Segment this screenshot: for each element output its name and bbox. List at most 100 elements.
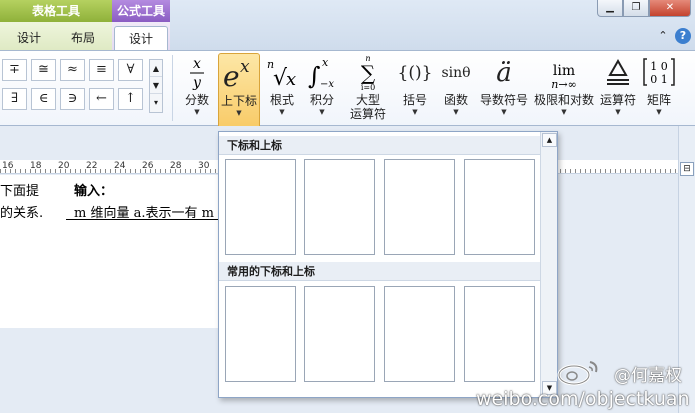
symbol-congruent[interactable]: ≅ [31,59,56,81]
ribbon-panel: ∓ ≅ ≈ ≡ ∀ ∃ ∈ ∋ ← ↑ ▲ ▼ ▾ xy 分数 ▼ ex 上下标… [0,50,695,133]
operator-button[interactable]: 运算符 ▼ [598,53,638,127]
gallery-section-header: 常用的下标和上标 [219,262,540,281]
symbol-gallery-scroller[interactable]: ▲ ▼ ▾ [149,59,163,113]
gallery-item-superscript[interactable] [225,159,296,255]
chevron-down-icon: ▼ [319,108,325,116]
chevron-down-icon: ▼ [561,108,567,116]
gallery-item-common-1[interactable] [225,286,296,382]
tab-table-design[interactable]: 设计 [4,26,54,50]
function-icon: sinθ [441,65,471,81]
tab-table-layout[interactable]: 布局 [58,26,108,50]
limit-log-button[interactable]: lim n→∞ 极限和对数 ▼ [532,53,596,127]
ribbon-tab-bar: 表格工具 公式工具 设计 布局 设计 ▁ ❐ ✕ ⌃ ? [0,0,695,50]
svg-text:i=0: i=0 [361,83,375,91]
large-operator-icon: n ∑ i=0 [344,53,392,93]
svg-text:y: y [192,75,202,91]
help-icon[interactable]: ? [675,28,691,44]
weibo-watermark: @何嘉权 weibo.com/objectkuan [476,358,695,413]
script-gallery-dropdown[interactable]: 下标和上标 常用的下标和上标 ▲ ▼ [218,131,558,398]
watermark-user: @何嘉权 [614,366,682,386]
chevron-down-icon: ▼ [615,108,621,116]
fraction-label: 分数 [184,93,209,107]
integral-label: 积分 [309,93,334,107]
chevron-down-icon: ▼ [656,108,662,116]
expand-gallery-icon[interactable]: ▾ [150,94,162,111]
chevron-down-icon: ▼ [194,108,200,116]
gallery-item-left-sub-superscript[interactable] [464,159,535,255]
operator-label: 运算符 [599,93,636,107]
svg-text:∫: ∫ [308,62,321,90]
svg-text:x: x [193,56,201,72]
weibo-logo-icon [557,361,598,386]
function-button[interactable]: sinθ 函数 ▼ [438,53,474,127]
tab-formula-design[interactable]: 设计 [114,26,168,50]
script-button[interactable]: ex 上下标 ▼ [218,53,260,133]
table-border-line [66,219,226,220]
svg-text:n→∞: n→∞ [551,78,576,91]
doc-text-line2-left[interactable]: 的关系. [0,202,43,221]
radical-button[interactable]: n √ x 根式 ▼ [264,53,300,127]
chevron-down-icon: ▼ [412,108,418,116]
symbol-up-arrow[interactable]: ↑ [118,88,143,110]
symbol-contains[interactable]: ∋ [60,88,85,110]
large-operator-label: 大型 [355,93,380,107]
bracket-icon: {()} [397,63,433,83]
matrix-button[interactable]: 1 00 1 矩阵 ▼ [640,53,678,127]
radical-icon: n √ x [264,53,300,93]
matrix-label: 矩阵 [646,93,671,107]
svg-text:0 1: 0 1 [650,73,668,86]
window-controls: ▁ ❐ ✕ [597,0,691,17]
script-icon: ex [219,54,259,94]
gallery-item-subscript[interactable] [304,159,375,255]
scroll-up-icon[interactable]: ▲ [542,133,557,147]
gallery-item-sub-superscript[interactable] [384,159,455,255]
bracket-button[interactable]: {()} 括号 ▼ [396,53,434,127]
gallery-item-common-3[interactable] [384,286,455,382]
scroll-down-icon[interactable]: ▼ [150,77,162,94]
symbol-exists[interactable]: ∃ [2,88,27,110]
collapse-ribbon-icon[interactable]: ⌃ [655,28,671,44]
operator-icon [598,53,638,93]
svg-text:e: e [223,60,240,93]
chevron-down-icon: ▼ [279,108,285,116]
close-button[interactable]: ✕ [649,0,691,17]
svg-text:x: x [322,56,329,69]
chevron-down-icon: ▼ [501,108,507,116]
symbol-approx[interactable]: ≈ [60,59,85,81]
symbol-left-arrow[interactable]: ← [89,88,114,110]
function-label: 函数 [443,93,468,107]
view-ruler-icon[interactable]: ⊟ [680,162,694,176]
scroll-up-icon[interactable]: ▲ [150,60,162,77]
doc-text-line1-left[interactable]: 下面提 [0,180,39,199]
accent-label: 导数符号 [479,93,528,107]
symbol-element-of[interactable]: ∈ [31,88,56,110]
svg-text:lim: lim [553,63,575,79]
limit-log-label: 极限和对数 [533,93,594,107]
doc-text-line1-right[interactable]: 输入： [74,180,113,199]
accent-icon: ä [496,58,512,88]
svg-text:x: x [286,69,296,90]
gallery-section-header: 下标和上标 [219,136,540,155]
gallery-item-common-4[interactable] [464,286,535,382]
fraction-icon: xy [180,53,214,93]
integral-icon: ∫ x −x [304,53,340,93]
symbol-minus-plus[interactable]: ∓ [2,59,27,81]
radical-label: 根式 [269,93,294,107]
limit-log-icon: lim n→∞ [532,53,596,93]
gallery-scrollbar[interactable]: ▲ ▼ [540,132,557,397]
symbol-for-all[interactable]: ∀ [118,59,143,81]
table-tools-header: 表格工具 [0,0,112,22]
symbol-gallery: ∓ ≅ ≈ ≡ ∀ ∃ ∈ ∋ ← ↑ [2,59,147,115]
svg-text:−x: −x [320,79,334,90]
minimize-button[interactable]: ▁ [597,0,623,17]
accent-button[interactable]: ä 导数符号 ▼ [478,53,530,127]
gallery-item-common-2[interactable] [304,286,375,382]
restore-button[interactable]: ❐ [623,0,649,17]
chevron-down-icon: ▼ [236,109,242,117]
fraction-button[interactable]: xy 分数 ▼ [180,53,214,127]
formula-tools-header: 公式工具 [112,0,170,22]
svg-text:∑: ∑ [361,61,376,85]
symbol-identical[interactable]: ≡ [89,59,114,81]
large-operator-button[interactable]: n ∑ i=0 大型 运算符 [344,53,392,127]
integral-button[interactable]: ∫ x −x 积分 ▼ [304,53,340,127]
